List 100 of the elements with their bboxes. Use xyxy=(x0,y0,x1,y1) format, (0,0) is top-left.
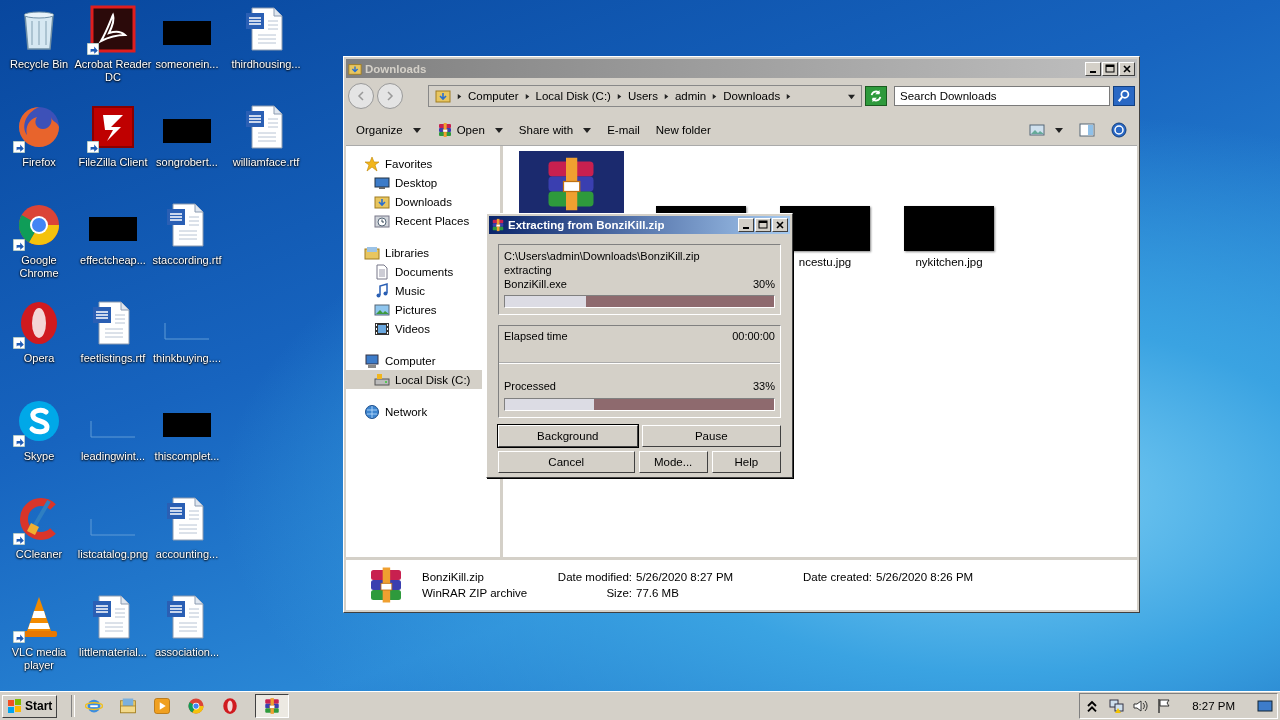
file-thumbnail[interactable] xyxy=(904,206,994,251)
toolbar-button[interactable]: E-mail xyxy=(601,121,646,139)
nav-item[interactable]: Pictures xyxy=(346,300,500,319)
nav-item[interactable]: Favorites xyxy=(346,154,500,173)
dialog-button[interactable]: Background xyxy=(498,425,638,447)
minimize-icon xyxy=(1090,70,1096,73)
close-icon xyxy=(775,220,785,230)
network-icon[interactable] xyxy=(1108,698,1125,714)
refresh-button[interactable] xyxy=(865,86,887,106)
file-name: BonziKill.exe xyxy=(504,278,567,291)
search-field[interactable]: Search Downloads xyxy=(894,86,1110,106)
desktop-icon-label[interactable]: Acrobat Reader DC xyxy=(73,58,153,84)
browser-icon xyxy=(85,697,104,715)
caret-icon xyxy=(494,126,503,134)
file-thumbnail[interactable] xyxy=(518,151,624,216)
percent-text: 33% xyxy=(752,380,775,393)
pdf-reader-icon[interactable] xyxy=(89,5,137,53)
caret-icon[interactable] xyxy=(456,92,463,100)
shortcut-arrow-icon xyxy=(87,43,99,55)
browser-icon xyxy=(187,697,206,715)
file-name[interactable]: nykitchen.jpg xyxy=(915,256,983,268)
show-desktop-icon[interactable] xyxy=(1257,698,1273,714)
drive-icon xyxy=(374,371,390,388)
ftp-client-icon[interactable] xyxy=(89,103,137,151)
speaker-icon[interactable] xyxy=(1132,698,1149,714)
breadcrumb-item[interactable]: Downloads xyxy=(723,90,781,102)
caret-icon[interactable] xyxy=(523,92,531,100)
desktop-icon-label[interactable]: thirdhousing... xyxy=(226,58,306,71)
dialog-title: Extracting from BonziKill.zip xyxy=(508,219,666,231)
toolbar-button[interactable]: New folder xyxy=(649,121,717,139)
file-type: WinRAR ZIP archive xyxy=(422,587,529,599)
nav-item[interactable]: Network xyxy=(346,402,500,421)
shortcut-arrow-icon xyxy=(13,141,25,153)
clock[interactable]: 8:27 PM xyxy=(1192,700,1235,712)
folder-icon xyxy=(348,61,362,76)
file-name[interactable]: ncestu.jpg xyxy=(798,256,852,268)
computer-icon xyxy=(364,352,380,369)
breadcrumb-item[interactable]: Users xyxy=(627,90,658,102)
help-icon xyxy=(1111,122,1127,138)
close-button[interactable] xyxy=(772,218,788,232)
breadcrumb-item[interactable]: Local Disk (C:) xyxy=(535,90,611,102)
desktop-icon-label[interactable]: CCleaner xyxy=(4,548,74,561)
caret-icon[interactable] xyxy=(662,92,670,100)
document-icon xyxy=(374,263,390,280)
toolbar-button[interactable]: Organize xyxy=(350,121,427,139)
minimize-button[interactable] xyxy=(738,218,754,232)
taskbar-button[interactable] xyxy=(255,694,290,718)
search-icon xyxy=(1117,89,1131,103)
refresh-icon xyxy=(869,89,883,103)
property-value: 5/26/2020 8:27 PM xyxy=(636,571,734,583)
shortcut-arrow-icon xyxy=(13,631,25,643)
status-text: extracting xyxy=(504,264,553,277)
caret-icon[interactable] xyxy=(711,92,719,100)
start-button[interactable]: Start xyxy=(2,694,58,718)
nav-item[interactable]: Downloads xyxy=(346,192,500,211)
nav-item[interactable]: Documents xyxy=(346,262,500,281)
nav-item[interactable]: Local Disk (C:) xyxy=(346,370,482,389)
desktop-icon-label[interactable]: Skype xyxy=(4,450,74,463)
nav-item[interactable]: Videos xyxy=(346,319,500,338)
caret-icon[interactable] xyxy=(615,92,623,100)
desktop-icon-label[interactable]: williamface.rtf xyxy=(226,156,306,169)
picture-icon xyxy=(374,301,390,318)
breadcrumb-item[interactable]: admin xyxy=(674,90,707,102)
folder-icon xyxy=(435,88,451,104)
dialog-button[interactable]: Mode... xyxy=(638,451,708,473)
search-button[interactable] xyxy=(1113,86,1135,106)
dialog-button[interactable]: Help xyxy=(711,451,781,473)
address-bar[interactable]: Computer Local Disk (C:) Users admin Downloads xyxy=(428,85,862,107)
clock-folder-icon xyxy=(374,212,390,229)
property-value: 77.6 MB xyxy=(636,587,679,599)
caret-icon[interactable] xyxy=(785,92,793,100)
nav-item[interactable]: Libraries xyxy=(346,243,500,262)
window-title: Downloads xyxy=(365,62,428,75)
desktop-icon-label[interactable]: Google Chrome xyxy=(4,254,74,280)
dropdown-caret-icon[interactable] xyxy=(848,92,855,100)
maximize-button[interactable] xyxy=(755,218,771,232)
caret-icon xyxy=(583,126,592,134)
desktop-icon-label[interactable]: Recycle Bin xyxy=(4,58,74,71)
flag-icon[interactable] xyxy=(1156,698,1173,714)
dialog-button[interactable]: Pause xyxy=(641,425,781,447)
shortcut-arrow-icon xyxy=(13,239,25,251)
toolbar-button[interactable]: Open xyxy=(430,119,509,141)
close-button[interactable] xyxy=(1119,61,1135,76)
nav-item[interactable]: Computer xyxy=(346,351,500,370)
desktop-icon-label[interactable]: Opera xyxy=(4,352,74,365)
toolbar-button[interactable]: Share with xyxy=(512,121,598,139)
desktop-icon-label[interactable]: VLC media player xyxy=(4,646,74,672)
nav-item[interactable]: Music xyxy=(346,281,500,300)
file-name: BonziKill.zip xyxy=(422,571,485,583)
media-player-icon xyxy=(153,697,172,715)
breadcrumb-item[interactable]: Computer xyxy=(468,90,519,102)
elapsed-value: 00:00:00 xyxy=(732,330,775,344)
shortcut-arrow-icon xyxy=(13,337,25,349)
dialog-button[interactable]: Cancel xyxy=(498,451,635,473)
desktop-icon-label[interactable]: Firefox xyxy=(4,156,74,169)
minimize-button[interactable] xyxy=(1085,61,1101,76)
maximize-button[interactable] xyxy=(1102,61,1118,76)
nav-item[interactable]: Desktop xyxy=(346,173,500,192)
nav-item[interactable]: Recent Places xyxy=(346,211,500,230)
close-icon xyxy=(1122,63,1132,74)
